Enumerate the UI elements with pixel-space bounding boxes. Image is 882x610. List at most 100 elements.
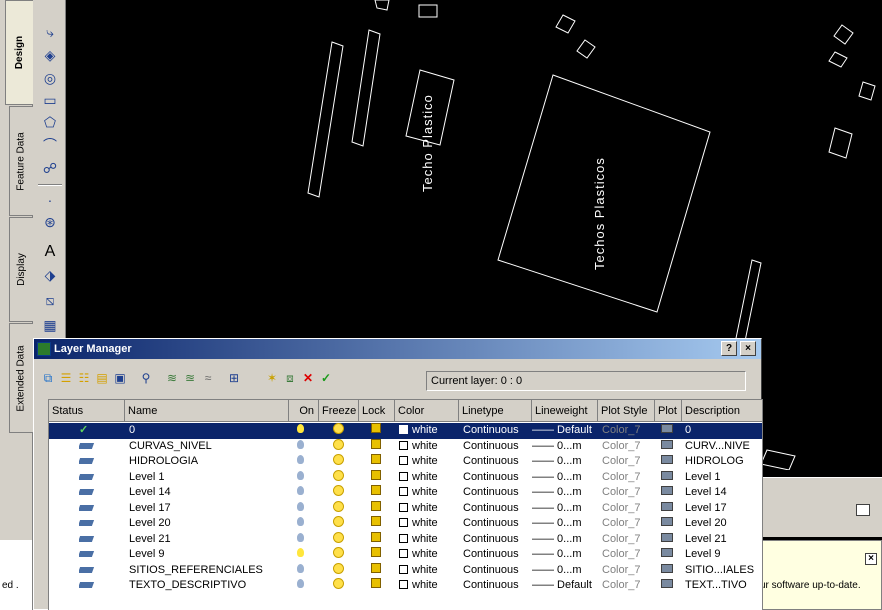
tab-display[interactable]: Display	[9, 217, 33, 322]
layer-color[interactable]: white	[399, 578, 459, 593]
layer-name[interactable]: CURVAS_NIVEL	[129, 439, 289, 454]
layer-linetype[interactable]: Continuous	[463, 485, 532, 500]
lightbulb-icon[interactable]	[297, 578, 313, 593]
col-plot[interactable]: Plot	[655, 400, 682, 422]
tab-feature-data[interactable]: Feature Data	[9, 106, 33, 216]
lightbulb-icon[interactable]	[297, 501, 313, 516]
layer-name[interactable]: Level 14	[129, 485, 289, 500]
sun-icon[interactable]	[333, 469, 349, 485]
layer-description[interactable]: Level 20	[685, 516, 762, 531]
shapes-icon[interactable]: ☍	[40, 158, 60, 178]
layer-plot-style[interactable]: Color_7	[602, 532, 655, 547]
layer-description[interactable]: CURV...NIVE	[685, 439, 762, 454]
printer-icon[interactable]	[661, 485, 679, 500]
layer-linetype[interactable]: Continuous	[463, 532, 532, 547]
col-color[interactable]: Color	[395, 400, 459, 422]
layer-lineweight[interactable]: —— 0...m	[532, 547, 598, 562]
layer-plot-style[interactable]: Color_7	[602, 563, 655, 578]
lightbulb-icon[interactable]	[297, 563, 313, 578]
col-plot-style[interactable]: Plot Style	[598, 400, 655, 422]
lightbulb-icon[interactable]	[297, 439, 313, 454]
window-icon[interactable]	[856, 504, 870, 516]
lock-icon[interactable]	[371, 562, 387, 578]
insert-icon[interactable]: ⬗	[40, 265, 60, 285]
lightbulb-icon[interactable]	[297, 485, 313, 500]
diamond-icon[interactable]: ◈	[40, 45, 60, 65]
layer-linetype[interactable]: Continuous	[463, 439, 532, 454]
layer-linetype[interactable]: Continuous	[463, 423, 532, 438]
text-icon[interactable]: A	[40, 242, 60, 262]
layer-color[interactable]: white	[399, 470, 459, 485]
layer-description[interactable]: Level 1	[685, 470, 762, 485]
layer-color[interactable]: white	[399, 532, 459, 547]
layer-lineweight[interactable]: —— 0...m	[532, 516, 598, 531]
folder-icon[interactable]: ▤	[94, 370, 110, 386]
col-name[interactable]: Name	[125, 400, 289, 422]
sun-icon[interactable]	[333, 454, 349, 469]
sun-icon[interactable]	[333, 547, 349, 562]
lightbulb-icon[interactable]	[297, 516, 313, 531]
layer-color[interactable]: white	[399, 563, 459, 578]
lock-icon[interactable]	[371, 500, 387, 516]
polyline-icon[interactable]: ⤷	[40, 22, 60, 42]
layer-color[interactable]: white	[399, 547, 459, 562]
layer-plot-style[interactable]: Color_7	[602, 470, 655, 485]
layer-description[interactable]: Level 14	[685, 485, 762, 500]
printer-icon[interactable]	[661, 563, 679, 578]
layer-color[interactable]: white	[399, 516, 459, 531]
layer-row[interactable]: Level 17 white Continuous —— 0...m Color_7 Le…	[49, 500, 762, 517]
col-status[interactable]: Status	[49, 400, 125, 422]
layer-linetype[interactable]: Continuous	[463, 578, 532, 593]
layer-manager-titlebar[interactable]: Layer Manager ? ×	[34, 339, 761, 359]
grid-icon[interactable]: ▦	[40, 315, 60, 335]
lightbulb-icon[interactable]	[297, 423, 313, 438]
circle-tool-icon[interactable]: ◎	[40, 68, 60, 88]
col-lineweight[interactable]: Lineweight	[532, 400, 598, 422]
layer-lineweight[interactable]: —— 0...m	[532, 485, 598, 500]
layer-row[interactable]: CURVAS_NIVEL white Continuous —— 0...m Color…	[49, 438, 762, 455]
lock-icon[interactable]	[371, 469, 387, 485]
sun-icon[interactable]	[333, 500, 349, 516]
layer-color[interactable]: white	[399, 485, 459, 500]
lock-icon[interactable]	[371, 547, 387, 562]
layer-name[interactable]: HIDROLOGIA	[129, 454, 289, 469]
notification-balloon[interactable]: × ur software up-to-date.	[757, 540, 882, 610]
lock-icon[interactable]	[371, 423, 387, 438]
layer-row[interactable]: Level 9 white Continuous —— 0...m Color_7 Lev…	[49, 547, 762, 563]
layer-description[interactable]: 0	[685, 423, 762, 438]
command-line[interactable]: ed .	[0, 540, 33, 610]
layer-lineweight[interactable]: —— 0...m	[532, 439, 598, 454]
lock-icon[interactable]	[371, 454, 387, 469]
notification-close-button[interactable]: ×	[865, 553, 877, 565]
col-freeze[interactable]: Freeze	[319, 400, 359, 422]
sun-icon[interactable]	[333, 531, 349, 547]
layer-color[interactable]: white	[399, 454, 459, 469]
col-linetype[interactable]: Linetype	[459, 400, 532, 422]
layer-plot-style[interactable]: Color_7	[602, 501, 655, 516]
save-icon[interactable]: ▣	[112, 370, 128, 386]
find-layer-icon[interactable]: ⚲	[138, 370, 154, 386]
layer-name[interactable]: Level 21	[129, 532, 289, 547]
layer-row[interactable]: Level 20 white Continuous —— 0...m Color_7 Le…	[49, 516, 762, 532]
layer-group-3-icon[interactable]: ≈	[200, 370, 216, 386]
col-lock[interactable]: Lock	[359, 400, 395, 422]
layer-row[interactable]: TEXTO_DESCRIPTIVO white Continuous —— Defau…	[49, 578, 762, 594]
layer-filter-icon[interactable]: ☷	[76, 370, 92, 386]
settings-icon[interactable]: ⊞	[226, 370, 242, 386]
lock-icon[interactable]	[371, 578, 387, 593]
layer-name[interactable]: Level 20	[129, 516, 289, 531]
printer-icon[interactable]	[661, 578, 679, 593]
layer-linetype[interactable]: Continuous	[463, 516, 532, 531]
close-button[interactable]: ×	[740, 341, 756, 356]
tab-extended-data[interactable]: Extended Data	[9, 323, 33, 433]
edit-icon[interactable]: ⧅	[40, 290, 60, 310]
sun-icon[interactable]	[333, 578, 349, 593]
lock-icon[interactable]	[371, 516, 387, 531]
layer-name[interactable]: Level 17	[129, 501, 289, 516]
printer-icon[interactable]	[661, 532, 679, 547]
sun-icon[interactable]	[333, 516, 349, 531]
layer-linetype[interactable]: Continuous	[463, 470, 532, 485]
lock-icon[interactable]	[371, 485, 387, 500]
point-icon[interactable]: ·	[40, 190, 60, 210]
lightbulb-icon[interactable]	[297, 532, 313, 547]
